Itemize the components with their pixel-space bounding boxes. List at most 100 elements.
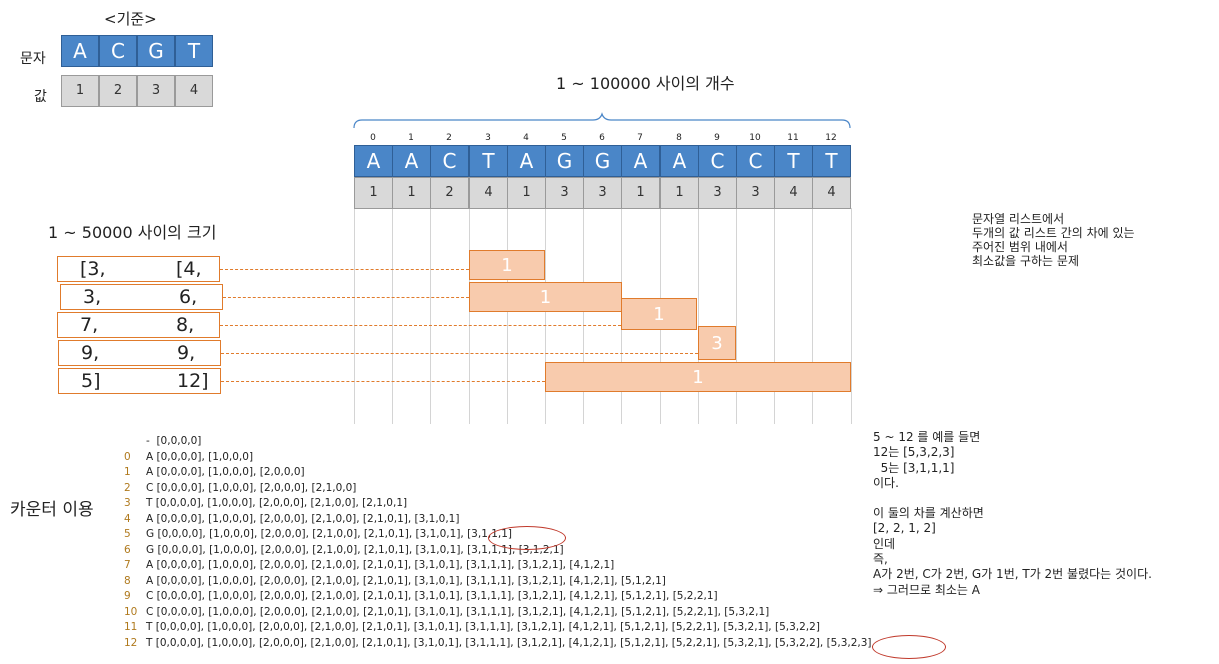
counter-index: 11: [124, 621, 138, 633]
counter-index: 9: [124, 590, 131, 602]
query-start: 5]: [81, 370, 101, 392]
grid-line: [430, 208, 431, 424]
counter-text: A [0,0,0,0], [1,0,0,0], [2,0,0,0], [2,1,…: [146, 559, 615, 571]
sequence-value-cell: 3: [583, 177, 622, 209]
counter-line: 8 A [0,0,0,0], [1,0,0,0], [2,0,0,0], [2,1…: [124, 574, 872, 590]
counter-text: A [0,0,0,0], [1,0,0,0], [2,0,0,0]: [146, 466, 305, 478]
sequence-letter-cell: T: [812, 145, 851, 177]
counter-text: C [0,0,0,0], [1,0,0,0], [2,0,0,0], [2,1,…: [146, 590, 718, 602]
grid-line: [354, 208, 355, 424]
counter-index: 6: [124, 543, 131, 556]
index-label: 11: [787, 133, 799, 143]
query-box: [3, [4,: [57, 256, 220, 282]
legend-value-cell: 3: [137, 75, 175, 107]
connector-line: [221, 353, 698, 354]
query-box: 9, 9,: [58, 340, 221, 366]
counter-line: 2 C [0,0,0,0], [1,0,0,0], [2,0,0,0], [2,1…: [124, 481, 872, 497]
index-label: 5: [561, 133, 567, 143]
example-note-line: ⇒ 그러므로 최소는 A: [873, 582, 980, 597]
connector-line: [220, 325, 621, 326]
example-note-line: [873, 491, 1152, 506]
problem-note-line: 문자열 리스트에서: [972, 212, 1065, 226]
legend-letter-label: 문자: [20, 51, 46, 67]
index-label: 10: [749, 133, 761, 143]
counter-line: 0 A [0,0,0,0], [1,0,0,0]: [124, 450, 872, 466]
legend-letter-cell: C: [99, 35, 137, 67]
index-label: 9: [714, 133, 720, 143]
sequence-value-cell: 1: [507, 177, 546, 209]
index-label: 6: [599, 133, 605, 143]
example-note-line: [2, 2, 1, 2]: [873, 521, 936, 536]
index-label: 8: [676, 133, 682, 143]
legend-value-cell: 1: [61, 75, 99, 107]
counter-index: 0: [124, 450, 131, 463]
counter-text: T [0,0,0,0], [1,0,0,0], [2,0,0,0], [2,1,…: [146, 621, 820, 633]
query-end: [4,: [176, 258, 202, 280]
grid-line: [392, 208, 393, 424]
query-box: 3, 6,: [60, 284, 223, 310]
counter-line: 4 A [0,0,0,0], [1,0,0,0], [2,0,0,0], [2,1…: [124, 512, 872, 528]
legend-letter-cell: A: [61, 35, 99, 67]
counter-line: 10 C [0,0,0,0], [1,0,0,0], [2,0,0,0], [2,…: [124, 605, 872, 621]
index-label: 7: [637, 133, 643, 143]
sequence-letter-cell: C: [736, 145, 775, 177]
query-start: 3,: [83, 286, 102, 308]
index-label: 4: [523, 133, 529, 143]
sequence-value-cell: 3: [545, 177, 584, 209]
counter-line: 9 C [0,0,0,0], [1,0,0,0], [2,0,0,0], [2,1…: [124, 589, 872, 605]
index-label: 1: [408, 133, 414, 143]
sequence-value-cell: 4: [469, 177, 508, 209]
range-result-bar: 1: [469, 282, 622, 312]
example-note-line: 즉,: [873, 552, 888, 567]
sequence-title: 1 ~ 100000 사이의 개수: [556, 74, 735, 93]
example-note-line: 이다.: [873, 475, 899, 490]
sequence-letter-cell: A: [660, 145, 699, 177]
counter-text: A [0,0,0,0], [1,0,0,0], [2,0,0,0], [2,1,…: [146, 574, 666, 587]
sequence-letter-cell: A: [354, 145, 393, 177]
query-start: 7,: [80, 314, 99, 336]
legend-letter-cell: T: [175, 35, 213, 67]
sequence-value-cell: 2: [430, 177, 469, 209]
range-result-bar: 1: [469, 250, 545, 280]
grid-line: [507, 208, 508, 424]
connector-line: [220, 269, 469, 270]
sequence-letter-cell: G: [583, 145, 622, 177]
highlight-oval-12: [872, 635, 946, 659]
counter-index: 12: [124, 636, 138, 649]
legend-value-label: 값: [34, 89, 47, 105]
counter-text: A [0,0,0,0], [1,0,0,0]: [146, 450, 254, 463]
counter-index: 2: [124, 481, 131, 494]
query-start: [3,: [80, 258, 106, 280]
example-note-line: 이 둘의 차를 계산하면: [873, 506, 984, 521]
sequence-value-cell: 1: [354, 177, 393, 209]
problem-note: 문자열 리스트에서 두개의 값 리스트 간의 차에 있는 주어진 범위 내에서 최소값…: [972, 212, 1135, 268]
sequence-value-cell: 4: [812, 177, 851, 209]
counter-index: 5: [124, 528, 131, 540]
counter-line: 12 T [0,0,0,0], [1,0,0,0], [2,0,0,0], [2,…: [124, 636, 872, 652]
query-end: 9,: [177, 342, 196, 364]
legend-title: <기준>: [104, 10, 157, 28]
counter-text: - [0,0,0,0]: [146, 435, 202, 447]
sequence-value-cell: 1: [392, 177, 431, 209]
index-label: 0: [370, 133, 376, 143]
index-label: 12: [825, 133, 837, 143]
counter-index: 1: [124, 466, 131, 478]
range-result-bar: 1: [545, 362, 851, 392]
query-end: 8,: [176, 314, 195, 336]
counter-line: 11 T [0,0,0,0], [1,0,0,0], [2,0,0,0], [2,…: [124, 620, 872, 636]
counter-line: 1 A [0,0,0,0], [1,0,0,0], [2,0,0,0]: [124, 465, 872, 481]
range-result-bar: 1: [621, 298, 697, 330]
connector-line: [223, 297, 469, 298]
sequence-letter-cell: A: [392, 145, 431, 177]
connector-line: [221, 381, 545, 382]
problem-note-line: 주어진 범위 내에서: [972, 240, 1068, 254]
grid-line: [851, 208, 852, 424]
grid-line: [469, 208, 470, 424]
sequence-letter-cell: C: [698, 145, 737, 177]
sequence-value-cell: 3: [698, 177, 737, 209]
counter-index: 10: [124, 605, 138, 618]
counter-text: G [0,0,0,0], [1,0,0,0], [2,0,0,0], [2,1,…: [146, 528, 513, 540]
problem-note-line: 두개의 값 리스트 간의 차에 있는: [972, 226, 1135, 240]
queries-title: 1 ~ 50000 사이의 크기: [48, 223, 217, 242]
counter-index: 7: [124, 559, 131, 571]
